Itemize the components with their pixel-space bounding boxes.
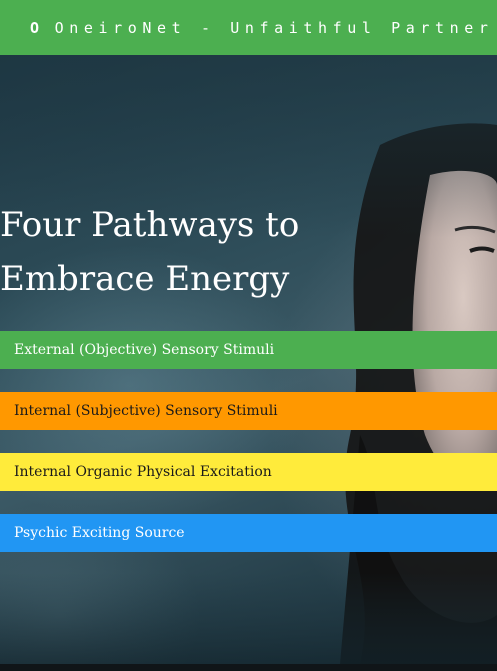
pathway-label: Internal Organic Physical Excitation: [14, 464, 272, 480]
pathway-internal-sensory-stimuli[interactable]: Internal (Subjective) Sensory Stimuli: [0, 392, 497, 430]
pathway-label: Psychic Exciting Source: [14, 525, 185, 541]
pathway-organic-physical-excitation[interactable]: Internal Organic Physical Excitation: [0, 453, 497, 491]
pathway-label: External (Objective) Sensory Stimuli: [14, 342, 275, 358]
pathway-psychic-exciting-source[interactable]: Psychic Exciting Source: [0, 514, 497, 552]
top-navigation-bar: O OneiroNet - Unfaithful Partner: [0, 0, 497, 55]
site-logo[interactable]: O: [30, 19, 45, 37]
pathway-label: Internal (Subjective) Sensory Stimuli: [14, 403, 278, 419]
bottom-bar: [0, 664, 497, 671]
page-headline: Four Pathways to Embrace Energy: [0, 205, 300, 299]
site-title[interactable]: OneiroNet - Unfaithful Partner: [55, 19, 494, 37]
pathway-external-sensory-stimuli[interactable]: External (Objective) Sensory Stimuli: [0, 331, 497, 369]
